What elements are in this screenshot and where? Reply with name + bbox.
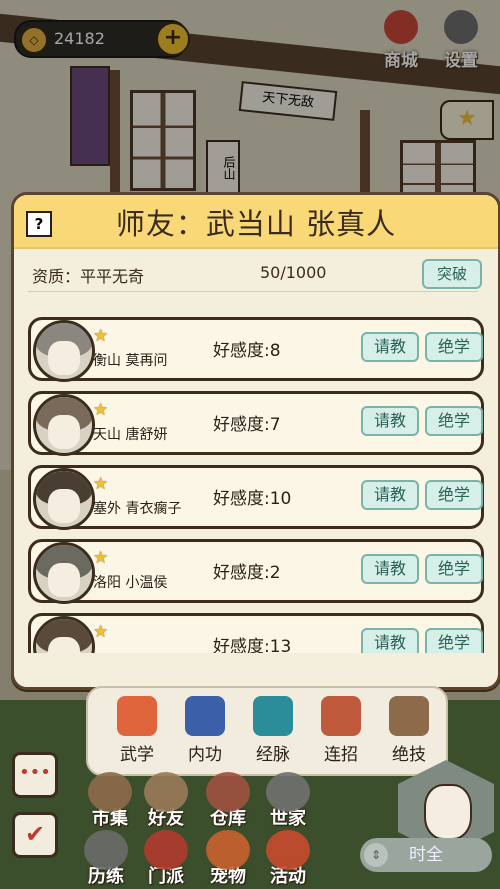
avatar <box>33 468 95 530</box>
ultimate-skill-button[interactable]: 绝学 <box>425 480 483 510</box>
ultimate-skill-button[interactable]: 绝学 <box>425 406 483 436</box>
menu-market[interactable]: 市集 <box>80 772 140 830</box>
ultimate-skill-button[interactable]: 绝学 <box>425 554 483 584</box>
sect-icon <box>144 830 188 870</box>
avatar <box>33 616 95 653</box>
ask-button[interactable]: 请教 <box>361 554 419 584</box>
paw-icon <box>206 830 250 870</box>
clan-icon <box>266 772 310 812</box>
ask-button[interactable]: 请教 <box>361 406 419 436</box>
tab-meridians[interactable]: 经脉 <box>242 696 304 765</box>
avatar <box>33 542 95 604</box>
market-icon <box>88 772 132 812</box>
affinity-value: 好感度:7 <box>213 415 281 435</box>
dialog-title: 师友：武当山 张真人 <box>115 207 397 241</box>
lantern-icon <box>266 830 310 870</box>
checkmark-icon: ✔ <box>24 820 46 848</box>
friend-name: 洛阳 小温侯 <box>93 575 168 591</box>
avatar <box>424 784 472 840</box>
tab-label: 经脉 <box>256 745 290 765</box>
star-icon: ★ <box>93 622 109 642</box>
tab-inner-power[interactable]: 内功 <box>174 696 236 765</box>
friend-row: ★ 洛阳 小温侯 好感度:2 请教 绝学 <box>28 539 484 604</box>
friend-name: 天山 唐舒妍 <box>93 427 168 443</box>
scroll-icon <box>321 696 361 736</box>
ask-button[interactable]: 请教 <box>361 480 419 510</box>
menu-clan[interactable]: 世家 <box>258 772 318 830</box>
friend-row: ★ 好感度:13 请教 绝学 <box>28 613 484 653</box>
menu-training[interactable]: 历练 <box>76 830 136 888</box>
up-down-arrow-icon: ⇕ <box>364 843 388 867</box>
menu-events[interactable]: 活动 <box>258 830 318 888</box>
aptitude-progress: 50/1000 <box>260 263 327 282</box>
star-icon: ★ <box>93 400 109 420</box>
tab-label: 绝技 <box>392 745 426 765</box>
skill-tab-bar: 武学 内功 经脉 连招 绝技 <box>86 686 448 776</box>
avatar <box>33 320 95 382</box>
friend-name: 衡山 莫再问 <box>93 353 168 369</box>
dialog-header: ? 师友：武当山 张真人 <box>14 195 498 249</box>
time-toggle-button[interactable]: ⇕ 时全 <box>360 838 492 872</box>
friend-row: ★ 塞外 青衣瘸子 好感度:10 请教 绝学 <box>28 465 484 530</box>
affinity-value: 好感度:2 <box>213 563 281 583</box>
tab-combos[interactable]: 连招 <box>310 696 372 765</box>
mentor-friend-dialog: ? 师友：武当山 张真人 资质：平平无奇 50/1000 突破 ★ 衡山 莫再问… <box>11 192 500 690</box>
star-icon: ★ <box>93 326 109 346</box>
friend-row: ★ 衡山 莫再问 好感度:8 请教 绝学 <box>28 317 484 382</box>
chat-icon: ••• <box>19 762 51 783</box>
book-icon <box>185 696 225 736</box>
dagger-icon <box>389 696 429 736</box>
breakthrough-button[interactable]: 突破 <box>422 259 482 289</box>
ultimate-skill-button[interactable]: 绝学 <box>425 332 483 362</box>
tab-martial-arts[interactable]: 武学 <box>106 696 168 765</box>
menu-pets[interactable]: 宠物 <box>198 830 258 888</box>
menu-sect[interactable]: 门派 <box>136 830 196 888</box>
swords-icon <box>84 830 128 870</box>
ask-button[interactable]: 请教 <box>361 628 419 653</box>
affinity-value: 好感度:8 <box>213 341 281 361</box>
ultimate-skill-button[interactable]: 绝学 <box>425 628 483 653</box>
friends-icon <box>144 772 188 812</box>
divider <box>28 291 478 292</box>
tab-ultimate[interactable]: 绝技 <box>378 696 440 765</box>
tab-label: 连招 <box>324 745 358 765</box>
affinity-value: 好感度:10 <box>213 489 292 509</box>
ask-button[interactable]: 请教 <box>361 332 419 362</box>
tasks-button[interactable]: ✔ <box>12 812 58 858</box>
time-label: 时全 <box>409 845 443 865</box>
menu-friends[interactable]: 好友 <box>136 772 196 830</box>
warehouse-icon <box>206 772 250 812</box>
chat-button[interactable]: ••• <box>12 752 58 798</box>
menu-warehouse[interactable]: 仓库 <box>198 772 258 830</box>
tab-label: 内功 <box>188 745 222 765</box>
affinity-value: 好感度:13 <box>213 637 292 653</box>
friend-list[interactable]: ★ 衡山 莫再问 好感度:8 请教 绝学 ★ 天山 唐舒妍 好感度:7 请教 绝… <box>14 313 498 653</box>
avatar <box>33 394 95 456</box>
star-icon: ★ <box>93 548 109 568</box>
tab-label: 武学 <box>120 745 154 765</box>
star-icon: ★ <box>93 474 109 494</box>
friend-name: 塞外 青衣瘸子 <box>93 501 182 517</box>
friend-row: ★ 天山 唐舒妍 好感度:7 请教 绝学 <box>28 391 484 456</box>
flame-icon <box>117 696 157 736</box>
aptitude-label: 资质：平平无奇 <box>32 267 145 286</box>
figure-icon <box>253 696 293 736</box>
